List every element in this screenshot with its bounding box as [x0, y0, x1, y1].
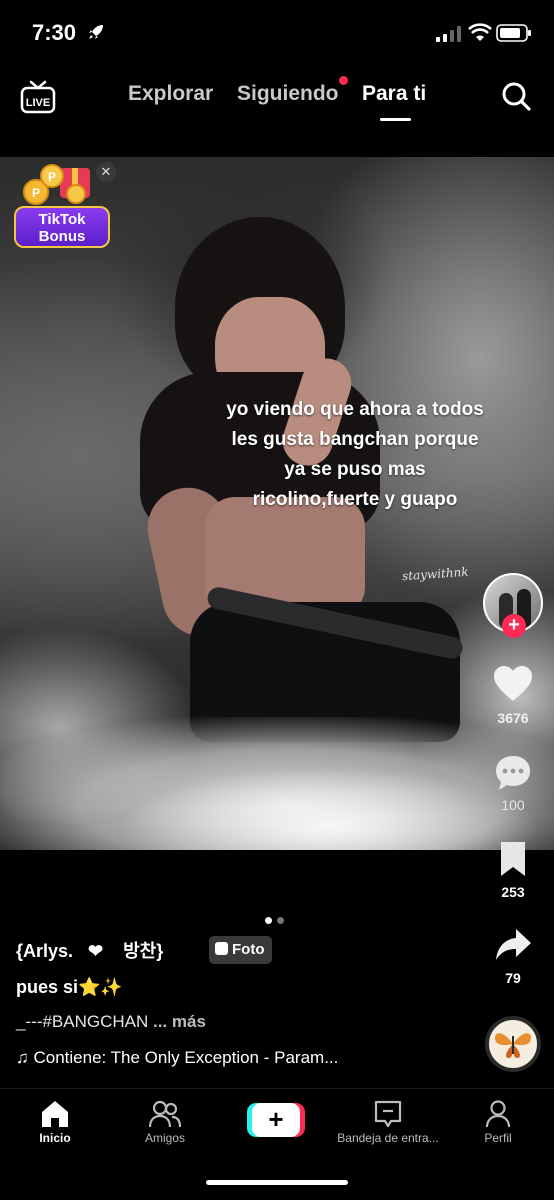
share-count: 79	[505, 970, 521, 986]
photo-type-badge: Foto	[209, 936, 273, 964]
wifi-icon	[468, 23, 492, 41]
battery-icon	[496, 24, 531, 42]
smoke	[120, 767, 540, 850]
profile-icon	[485, 1100, 511, 1128]
nav-inbox-label: Bandeja de entra...	[337, 1131, 439, 1145]
cellular-signal-icon	[436, 26, 461, 42]
post-photo[interactable]: yo viendo que ahora a todos les gusta ba…	[0, 157, 554, 850]
share-icon[interactable]	[494, 926, 532, 964]
nav-home-label: Inicio	[39, 1131, 71, 1145]
photo-caption: yo viendo que ahora a todos les gusta ba…	[190, 395, 520, 515]
photo-mode-icon	[215, 942, 228, 955]
bonus-line-1: TikTok	[38, 211, 86, 228]
plus-icon: +	[252, 1103, 300, 1137]
svg-text:P: P	[48, 170, 56, 184]
live-label: LIVE	[26, 97, 50, 109]
friends-icon	[149, 1100, 181, 1128]
photo-type-label: Foto	[232, 941, 265, 958]
nav-profile-label: Perfil	[484, 1131, 512, 1145]
active-tab-indicator	[380, 118, 411, 121]
home-icon	[42, 1101, 68, 1127]
tiktok-bonus-badge[interactable]: P P TikTok Bonus ✕	[10, 162, 116, 252]
caption-line: les gusta bangchan porque	[231, 429, 479, 450]
nav-home[interactable]: Inicio	[0, 1099, 110, 1145]
search-icon[interactable]	[500, 80, 532, 112]
status-bar: 7:30	[0, 0, 554, 66]
like-count: 3676	[497, 710, 529, 726]
caption-line: ya se puso mas	[284, 459, 426, 480]
watermark: staywithnk	[401, 564, 469, 584]
create-button[interactable]: +	[247, 1103, 305, 1137]
bookmark-icon[interactable]	[498, 840, 528, 878]
hashtag-text[interactable]: _---#BANGCHAN	[16, 1012, 148, 1031]
close-icon[interactable]: ✕	[96, 162, 116, 182]
status-time: 7:30	[32, 20, 77, 45]
comment-count: 100	[501, 797, 525, 813]
post-description: pues si⭐✨	[16, 977, 123, 997]
pager-dot-active	[265, 917, 272, 924]
bonus-label: TikTok Bonus	[14, 206, 110, 248]
save-count: 253	[501, 884, 525, 900]
inbox-icon	[374, 1100, 402, 1128]
author-name[interactable]: {Arlys. ❤ 방찬}	[16, 937, 163, 963]
top-navigation: LIVE Explorar Siguiendo Para ti	[0, 66, 554, 156]
nav-inbox[interactable]: Bandeja de entra...	[333, 1099, 443, 1145]
caption-line: yo viendo que ahora a todos	[226, 399, 484, 420]
follow-plus-button[interactable]: +	[502, 614, 526, 638]
live-tv-icon[interactable]: LIVE	[20, 80, 56, 114]
nav-profile[interactable]: Perfil	[443, 1099, 553, 1145]
rocket-icon	[89, 25, 103, 39]
tab-siguiendo[interactable]: Siguiendo	[237, 82, 339, 106]
comment-icon[interactable]	[494, 754, 532, 792]
photo-pager	[265, 911, 289, 929]
bonus-line-2: Bonus	[38, 228, 86, 245]
svg-text:P: P	[32, 186, 40, 200]
nav-friends-label: Amigos	[144, 1131, 185, 1145]
nav-friends[interactable]: Amigos	[110, 1099, 220, 1145]
butterfly-icon	[495, 1033, 531, 1058]
coins-icon: P P	[23, 164, 90, 205]
tab-para-ti[interactable]: Para ti	[362, 82, 426, 106]
caption-line: ricolino,fuerte y guapo	[252, 489, 458, 510]
notification-dot	[339, 76, 348, 85]
post-hashtags[interactable]: _---#BANGCHAN ... más	[16, 1012, 206, 1032]
heart-icon[interactable]	[493, 665, 533, 703]
more-link[interactable]: ... más	[153, 1012, 206, 1031]
home-indicator[interactable]	[206, 1180, 348, 1185]
music-disc[interactable]	[485, 1016, 541, 1072]
tab-explorar[interactable]: Explorar	[128, 82, 213, 106]
music-track[interactable]: ♫ Contiene: The Only Exception - Param..…	[16, 1048, 416, 1068]
pager-dot	[277, 917, 284, 924]
